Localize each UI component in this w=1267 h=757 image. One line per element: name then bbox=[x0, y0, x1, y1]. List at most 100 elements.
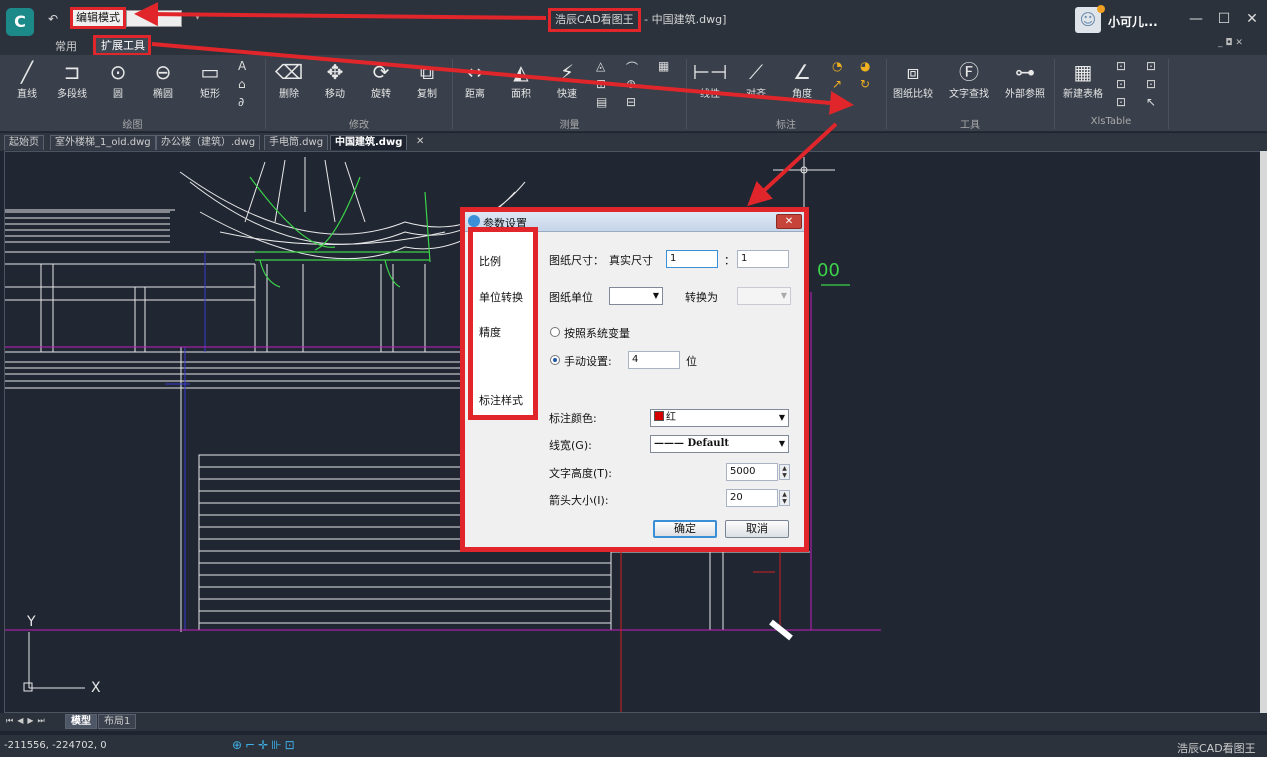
linear-dim-icon: ⊢⊣ bbox=[692, 60, 728, 84]
chevron-down-icon: ▼ bbox=[778, 413, 785, 422]
text-tool-icon[interactable]: A bbox=[238, 59, 246, 73]
dialog-close-button[interactable]: ✕ bbox=[776, 214, 802, 229]
distance-tool-button[interactable]: ↔ 距离 bbox=[453, 59, 497, 100]
move-tool-button[interactable]: ✥ 移动 bbox=[313, 59, 357, 100]
tab-extension-tools[interactable]: 扩展工具 bbox=[93, 35, 151, 56]
cad-viewer-window: C ↶ 编辑模式 ▾ 浩辰CAD看图王 - 中国建筑.dwg] ☺ 小可儿...… bbox=[0, 0, 1267, 757]
table-link-icon[interactable]: ⊡ bbox=[1146, 59, 1156, 73]
ellipse-tool-button[interactable]: ⊖ 椭圆 bbox=[141, 59, 185, 100]
doc-tab-start[interactable]: 起始页 bbox=[4, 135, 44, 150]
settings-category-list: 比例 单位转换 精度 标注样式 bbox=[468, 227, 538, 420]
linear-dim-button[interactable]: ⊢⊣ 线性 bbox=[688, 59, 732, 100]
tab-common[interactable]: 常用 bbox=[55, 38, 77, 54]
convert-to-select[interactable]: ▼ bbox=[737, 287, 791, 305]
maximize-button[interactable]: ☐ bbox=[1214, 10, 1234, 28]
doc-tab-china-architecture[interactable]: 中国建筑.dwg bbox=[330, 135, 408, 150]
category-scale[interactable]: 比例 bbox=[479, 253, 501, 269]
polyline-label: 多段线 bbox=[57, 89, 87, 100]
table-select-icon[interactable]: ↖ bbox=[1146, 95, 1156, 109]
measure-coord-icon[interactable]: ⊞ bbox=[596, 77, 606, 91]
undo-icon[interactable]: ↶ bbox=[48, 12, 58, 26]
mdi-window-controls[interactable]: _ ◘ ✕ bbox=[1218, 38, 1243, 48]
line-tool-button[interactable]: ╱ 直线 bbox=[5, 59, 49, 100]
minimize-button[interactable]: — bbox=[1186, 10, 1206, 28]
arrow-size-spinner[interactable]: ▲ ▼ bbox=[779, 490, 790, 506]
cancel-button[interactable]: 取消 bbox=[725, 520, 789, 538]
measure-grid-icon[interactable]: ▦ bbox=[658, 59, 669, 73]
aligned-dim-button[interactable]: ⟋ 对齐 bbox=[734, 59, 778, 100]
ellipse-label: 椭圆 bbox=[153, 89, 173, 100]
xref-label: 外部参照 bbox=[1005, 89, 1045, 100]
quick-access-combo[interactable] bbox=[126, 10, 182, 27]
measure-sum-icon[interactable]: ⊟ bbox=[626, 95, 636, 109]
text-find-button[interactable]: Ⓕ 文字查找 bbox=[944, 59, 994, 100]
table-import-icon[interactable]: ⊡ bbox=[1116, 77, 1126, 91]
tab-layout1[interactable]: 布局1 bbox=[98, 714, 137, 729]
measure-arc-icon[interactable]: ◬ bbox=[596, 59, 605, 73]
copy-tool-button[interactable]: ⧉ 复制 bbox=[405, 59, 449, 100]
shape-tool-icon[interactable]: ⌂ bbox=[238, 77, 246, 91]
group-label-modify: 修改 bbox=[349, 120, 369, 131]
quick-measure-button[interactable]: ⚡ 快速 bbox=[545, 59, 589, 100]
angle-dim-button[interactable]: ∠ 角度 bbox=[780, 59, 824, 100]
user-name[interactable]: 小可儿... bbox=[1108, 13, 1158, 30]
lineweight-label: 线宽(G): bbox=[549, 439, 592, 452]
copy-label: 复制 bbox=[417, 89, 437, 100]
text-height-input[interactable]: 5000 bbox=[726, 463, 778, 481]
mode-selector[interactable]: 编辑模式 bbox=[70, 7, 126, 29]
category-precision[interactable]: 精度 bbox=[479, 324, 501, 340]
arrow-size-input[interactable]: 20 bbox=[726, 489, 778, 507]
vertical-scrollbar[interactable] bbox=[1260, 151, 1267, 713]
dim-leader-icon[interactable]: ↗ bbox=[832, 77, 842, 91]
compare-drawings-button[interactable]: ⧈ 图纸比较 bbox=[888, 59, 938, 100]
manual-setting-radio[interactable] bbox=[550, 355, 560, 365]
paper-unit-label: 图纸单位 bbox=[549, 291, 593, 304]
close-button[interactable]: ✕ bbox=[1242, 10, 1262, 28]
precision-input[interactable]: 4 bbox=[628, 351, 680, 369]
measure-angle-icon[interactable]: ⌒ bbox=[626, 59, 638, 76]
layout-nav-arrows-icon[interactable]: ⏮◀▶⏭ bbox=[6, 716, 49, 726]
lineweight-select[interactable]: ——— Default ▼ bbox=[650, 435, 789, 453]
xref-button[interactable]: ⊶ 外部参照 bbox=[1000, 59, 1050, 100]
move-icon: ✥ bbox=[326, 60, 344, 84]
title-bar: C ↶ 编辑模式 ▾ 浩辰CAD看图王 - 中国建筑.dwg] ☺ 小可儿...… bbox=[0, 0, 1267, 36]
table-edit-icon[interactable]: ⊡ bbox=[1116, 59, 1126, 73]
dim-radius-icon[interactable]: ◔ bbox=[832, 59, 842, 73]
measure-table-icon[interactable]: ▤ bbox=[596, 95, 607, 109]
rectangle-tool-button[interactable]: ▭ 矩形 bbox=[188, 59, 232, 100]
move-label: 移动 bbox=[325, 89, 345, 100]
delete-tool-button[interactable]: ⌫ 删除 bbox=[267, 59, 311, 100]
tab-model[interactable]: 模型 bbox=[65, 714, 97, 729]
table-view-icon[interactable]: ⊡ bbox=[1146, 77, 1156, 91]
category-unit-conversion[interactable]: 单位转换 bbox=[479, 289, 523, 305]
circle-tool-button[interactable]: ⊙ 圆 bbox=[96, 59, 140, 100]
area-tool-button[interactable]: ◭ 面积 bbox=[499, 59, 543, 100]
real-size-input[interactable]: 1 bbox=[737, 250, 789, 268]
ok-button[interactable]: 确定 bbox=[653, 520, 717, 538]
text-find-label: 文字查找 bbox=[949, 89, 989, 100]
dim-diameter-icon[interactable]: ◕ bbox=[860, 59, 870, 73]
text-height-spinner[interactable]: ▲ ▼ bbox=[779, 464, 790, 480]
app-logo-icon[interactable]: C bbox=[6, 8, 34, 36]
doc-tab-outdoor-stairs[interactable]: 室外楼梯_1_old.dwg bbox=[50, 135, 156, 150]
dim-arc-icon[interactable]: ↻ bbox=[860, 77, 870, 91]
doc-tab-flashlight[interactable]: 手电筒.dwg bbox=[264, 135, 329, 150]
distance-icon: ↔ bbox=[466, 60, 484, 84]
dim-color-select[interactable]: 红 ▼ bbox=[650, 409, 789, 427]
doc-tab-close-icon[interactable]: ✕ bbox=[412, 135, 428, 150]
snap-toggle-icons[interactable]: ⊕⌐✛⊪⊡ bbox=[232, 738, 298, 752]
quick-access-dropdown-icon[interactable]: ▾ bbox=[195, 12, 200, 23]
aligned-label: 对齐 bbox=[746, 89, 766, 100]
measure-radius-icon[interactable]: ⊕ bbox=[626, 77, 636, 91]
polyline-tool-button[interactable]: ⊐ 多段线 bbox=[50, 59, 94, 100]
category-dim-style[interactable]: 标注样式 bbox=[479, 392, 523, 408]
new-table-button[interactable]: ▦ 新建表格 bbox=[1058, 59, 1108, 100]
rotate-tool-button[interactable]: ⟳ 旋转 bbox=[359, 59, 403, 100]
system-variable-radio[interactable] bbox=[550, 327, 560, 337]
doc-tab-office[interactable]: 办公楼（建筑）.dwg bbox=[156, 135, 261, 150]
paper-unit-select[interactable]: ▼ bbox=[609, 287, 663, 305]
cloud-tool-icon[interactable]: ∂ bbox=[238, 95, 244, 109]
paper-size-input[interactable]: 1 bbox=[666, 250, 718, 268]
document-tab-bar: 起始页 室外楼梯_1_old.dwg 办公楼（建筑）.dwg 手电筒.dwg 中… bbox=[0, 133, 1267, 151]
table-export-icon[interactable]: ⊡ bbox=[1116, 95, 1126, 109]
